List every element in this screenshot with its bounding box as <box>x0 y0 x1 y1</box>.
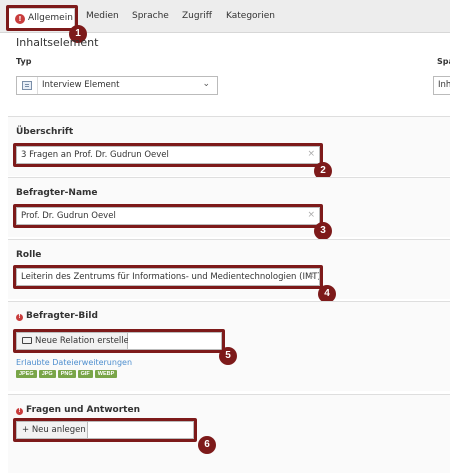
error-icon: ! <box>16 408 23 415</box>
headline-label: Überschrift <box>16 127 74 137</box>
qa-label: Fragen und Antworten <box>26 405 140 415</box>
marker-5: 5 <box>219 347 237 365</box>
highlight-box-1 <box>6 5 78 31</box>
tab-medien[interactable]: Medien <box>86 11 119 21</box>
qa-label-row: ! Fragen und Antworten <box>16 405 140 415</box>
right-column-select[interactable]: Inh <box>433 76 450 95</box>
name-label: Befragter-Name <box>16 188 98 198</box>
highlight-box-2 <box>13 143 323 167</box>
extension-badges: JPEG JPG PNG GIF WEBP <box>16 370 118 378</box>
badge-jpeg: JPEG <box>16 370 37 378</box>
highlight-box-5 <box>13 329 225 353</box>
tab-zugriff[interactable]: Zugriff <box>182 11 212 21</box>
role-label: Rolle <box>16 250 42 260</box>
image-label: Befragter-Bild <box>26 311 98 321</box>
allowed-extensions-link[interactable]: Erlaubte Dateierweiterungen <box>16 358 132 367</box>
highlight-box-6 <box>13 418 197 442</box>
content-element-icon <box>22 81 32 90</box>
marker-6: 6 <box>198 436 216 454</box>
type-select[interactable]: Interview Element ⌄ <box>16 76 218 95</box>
badge-png: PNG <box>57 370 76 378</box>
type-label: Typ <box>16 57 32 66</box>
right-column-label: Spa <box>437 57 450 66</box>
select-divider <box>37 77 38 94</box>
type-select-value: Interview Element <box>42 80 120 90</box>
highlight-box-4 <box>13 265 323 289</box>
badge-webp: WEBP <box>94 370 118 378</box>
marker-3: 3 <box>314 222 332 240</box>
tab-sprache[interactable]: Sprache <box>132 11 169 21</box>
badge-gif: GIF <box>77 370 93 378</box>
group-heading: Inhaltselement <box>16 36 99 49</box>
badge-jpg: JPG <box>38 370 56 378</box>
highlight-box-3 <box>13 204 323 228</box>
chevron-down-icon: ⌄ <box>202 79 210 89</box>
error-icon: ! <box>16 314 23 321</box>
tab-kategorien[interactable]: Kategorien <box>226 11 275 21</box>
image-label-row: ! Befragter-Bild <box>16 311 98 321</box>
